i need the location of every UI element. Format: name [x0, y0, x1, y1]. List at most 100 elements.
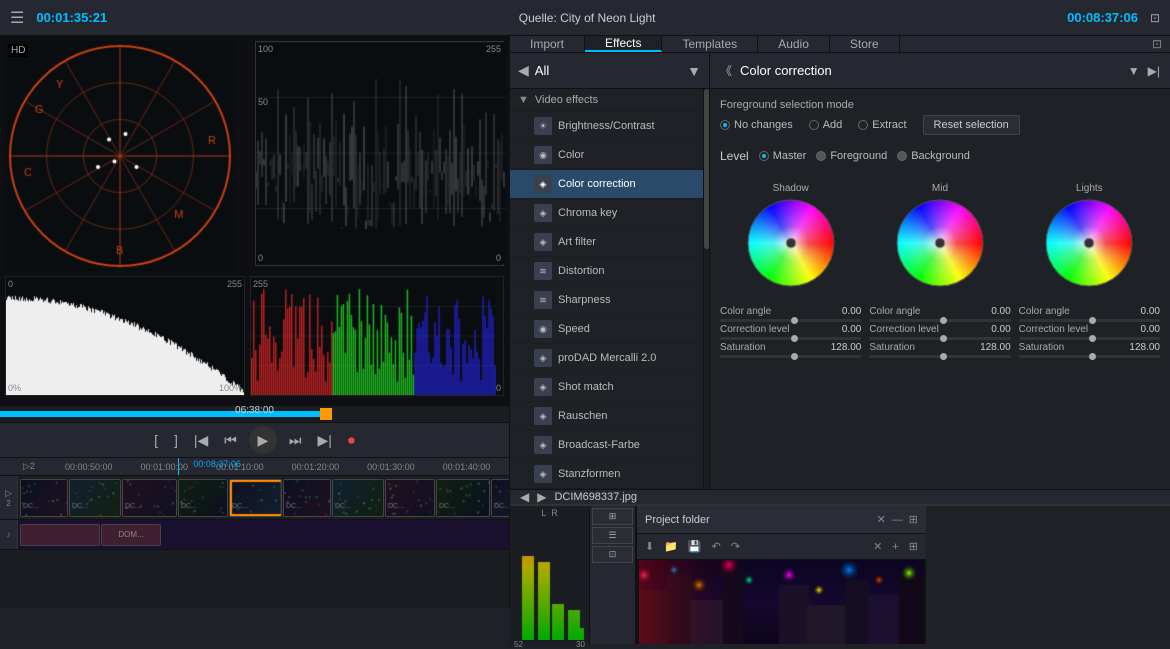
- effects-category-video[interactable]: ▼ Video effects: [510, 89, 703, 112]
- video-clip-9[interactable]: [436, 479, 490, 517]
- mid-angle-slider[interactable]: [869, 319, 1010, 322]
- pf-save-button[interactable]: 💾: [685, 540, 705, 553]
- background-label: Background: [911, 150, 970, 162]
- pf-add-button[interactable]: +: [889, 541, 901, 553]
- speed-icon: ◉: [534, 320, 552, 338]
- pf-minimize-icon[interactable]: —: [892, 514, 903, 526]
- effect-distortion[interactable]: ≋ Distortion: [510, 257, 703, 286]
- expand-icon[interactable]: ⊡: [1150, 11, 1160, 25]
- lights-label: Lights: [1076, 183, 1103, 194]
- video-clip-7[interactable]: [332, 479, 384, 517]
- mid-wheel-canvas[interactable]: [895, 198, 985, 288]
- mark-in-button[interactable]: [: [150, 430, 162, 450]
- radio-no-changes[interactable]: No changes: [720, 119, 793, 131]
- track-grid-button[interactable]: ⊞: [592, 508, 633, 525]
- track-list-button[interactable]: ☰: [592, 527, 633, 544]
- left-panel: 100 50 0 255 0 HD 0 255 0% 100% 255 0: [0, 36, 510, 608]
- rgb-scope: 255 0: [250, 276, 504, 396]
- video-clip-1[interactable]: [20, 479, 68, 517]
- pf-folder-button[interactable]: 📁: [661, 540, 681, 553]
- radio-add-btn[interactable]: [809, 120, 819, 130]
- effect-prodad[interactable]: ◈ proDAD Mercalli 2.0: [510, 344, 703, 373]
- effect-rauschen[interactable]: ◈ Rauschen: [510, 402, 703, 431]
- pf-undo-button[interactable]: ↶: [709, 540, 724, 553]
- effect-sharpness[interactable]: ≋ Sharpness: [510, 286, 703, 315]
- effect-broadcast-farbe[interactable]: ◈ Broadcast-Farbe: [510, 431, 703, 460]
- color-correction-icon: ◈: [534, 175, 552, 193]
- prev-clip-button[interactable]: ⏮: [220, 430, 241, 451]
- cc-arrow-button[interactable]: ▶|: [1148, 64, 1160, 78]
- effect-brightness-contrast[interactable]: ☀ Brightness/Contrast: [510, 112, 703, 141]
- radio-add[interactable]: Add: [809, 119, 843, 131]
- shadow-correction-label: Correction level: [720, 324, 789, 335]
- shadow-saturation-slider[interactable]: [720, 355, 861, 358]
- cc-back-button[interactable]: 《: [720, 62, 732, 79]
- video-clip-10[interactable]: [491, 479, 509, 517]
- tab-expand-icon[interactable]: ⊡: [1144, 36, 1170, 52]
- effect-stanzformen[interactable]: ◈ Stanzformen: [510, 460, 703, 489]
- next-clip-button[interactable]: ⏭: [285, 430, 306, 451]
- level-background[interactable]: Background: [897, 150, 970, 162]
- mark-out-button[interactable]: ]: [170, 430, 182, 450]
- mid-saturation-label: Saturation: [869, 342, 915, 353]
- timeline-section: 00:08:37:06 ▷2 00:00:50:00 00:01:00:00 0…: [0, 458, 509, 608]
- master-label: Master: [773, 150, 807, 162]
- effect-color[interactable]: ◉ Color: [510, 141, 703, 170]
- mid-correction-slider[interactable]: [869, 337, 1010, 340]
- tab-effects[interactable]: Effects: [585, 36, 662, 52]
- scrubber-handle[interactable]: [320, 408, 332, 420]
- effect-shot-match[interactable]: ◈ Shot match: [510, 373, 703, 402]
- radio-master[interactable]: [759, 151, 769, 161]
- shadow-correction-slider[interactable]: [720, 337, 861, 340]
- tab-import[interactable]: Import: [510, 36, 585, 52]
- video-clip-5[interactable]: [229, 479, 282, 517]
- video-clip-3[interactable]: [122, 479, 177, 517]
- track-storyboard-button[interactable]: ⊡: [592, 546, 633, 563]
- pf-download-button[interactable]: ⬇: [642, 540, 657, 553]
- bottom-nav-next[interactable]: ▶: [537, 490, 546, 504]
- next-frame-button[interactable]: ▶|: [314, 430, 336, 451]
- effect-art-filter[interactable]: ◈ Art filter: [510, 228, 703, 257]
- lights-saturation-slider[interactable]: [1019, 355, 1160, 358]
- menu-icon[interactable]: ☰: [10, 8, 24, 28]
- reset-selection-button[interactable]: Reset selection: [923, 115, 1020, 135]
- effect-chroma-key[interactable]: ◈ Chroma key: [510, 199, 703, 228]
- radio-background[interactable]: [897, 151, 907, 161]
- dropdown-arrow[interactable]: ▼: [687, 63, 701, 79]
- timeline-scrubber[interactable]: 06:38:00: [0, 406, 509, 422]
- audio-clip-2[interactable]: DOM...: [101, 524, 161, 546]
- video-clip-4[interactable]: [178, 479, 228, 517]
- play-button[interactable]: ▶: [249, 426, 277, 454]
- level-master[interactable]: Master: [759, 150, 807, 162]
- lights-wheel-canvas[interactable]: [1044, 198, 1134, 288]
- tab-audio[interactable]: Audio: [758, 36, 830, 52]
- pf-expand-icon[interactable]: ⊞: [909, 513, 918, 526]
- pf-grid-button[interactable]: ⊞: [906, 540, 921, 553]
- tab-templates[interactable]: Templates: [662, 36, 758, 52]
- cc-menu-button[interactable]: ▼: [1128, 64, 1140, 78]
- shadow-angle-slider[interactable]: [720, 319, 861, 322]
- pf-redo-button[interactable]: ↷: [728, 540, 743, 553]
- pf-close-icon[interactable]: ✕: [877, 513, 886, 526]
- radio-extract-btn[interactable]: [858, 120, 868, 130]
- mid-saturation-slider[interactable]: [869, 355, 1010, 358]
- level-foreground[interactable]: Foreground: [816, 150, 887, 162]
- video-clip-2[interactable]: [69, 479, 121, 517]
- prev-frame-button[interactable]: |◀: [190, 430, 212, 451]
- video-clip-8[interactable]: [385, 479, 435, 517]
- lights-correction-slider[interactable]: [1019, 337, 1160, 340]
- tab-store[interactable]: Store: [830, 36, 900, 52]
- video-clip-6[interactable]: [283, 479, 331, 517]
- effect-color-correction[interactable]: ◈ Color correction: [510, 170, 703, 199]
- record-button[interactable]: ⏺: [344, 430, 359, 451]
- pf-x-button[interactable]: ✕: [870, 540, 885, 553]
- lights-angle-slider[interactable]: [1019, 319, 1160, 322]
- radio-no-changes-btn[interactable]: [720, 120, 730, 130]
- effects-scrollbar[interactable]: [703, 89, 709, 489]
- back-button[interactable]: ◀: [518, 62, 529, 79]
- bottom-nav-prev[interactable]: ◀: [520, 490, 529, 504]
- shadow-wheel-canvas[interactable]: [746, 198, 836, 288]
- audio-clip-1[interactable]: [20, 524, 100, 546]
- effect-speed[interactable]: ◉ Speed: [510, 315, 703, 344]
- radio-foreground[interactable]: [816, 151, 826, 161]
